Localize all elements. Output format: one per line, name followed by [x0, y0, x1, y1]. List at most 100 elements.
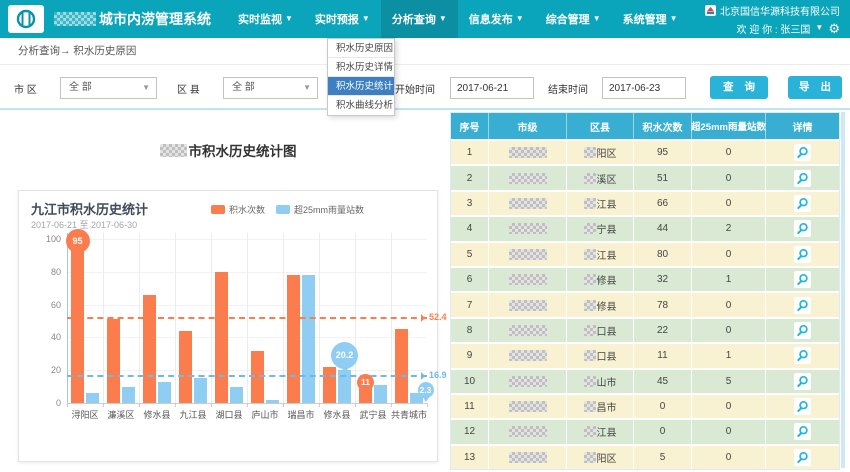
x-axis-category-label: 九江县 — [175, 408, 211, 421]
nav-item-实时预报[interactable]: 实时预报▼ — [304, 0, 381, 38]
district-select[interactable]: 全 部 ▼ — [223, 77, 318, 99]
menu-item-积水历史统计[interactable]: 积水历史统计 — [328, 77, 394, 96]
detail-button[interactable] — [794, 220, 811, 237]
start-time-label: 开始时间 — [395, 81, 435, 96]
chevron-down-icon: ▼ — [303, 78, 311, 98]
magnifier-icon — [796, 349, 809, 362]
chevron-down-icon: ▼ — [670, 15, 678, 23]
bar-积水次数 — [71, 247, 84, 403]
district-suffix: 口县 — [597, 348, 617, 363]
x-axis-category-label: 武宁县 — [355, 408, 391, 421]
chart-subtitle: 2017-06-21 至 2017-06-30 — [31, 218, 137, 231]
detail-button[interactable] — [794, 347, 811, 364]
legend-item-积水次数[interactable]: 积水次数 — [211, 203, 265, 216]
flood-count: 22 — [657, 325, 668, 336]
table-row: 13 阳区 5 0 — [451, 444, 839, 469]
nav-item-分析查询[interactable]: 分析查询▼ — [381, 0, 458, 38]
detail-button[interactable] — [794, 271, 811, 288]
menu-item-积水曲线分析[interactable]: 积水曲线分析 — [328, 96, 394, 115]
detail-button[interactable] — [794, 322, 811, 339]
x-axis-category-label: 湖口县 — [211, 408, 247, 421]
flood-count: 80 — [657, 249, 668, 260]
table-row: 8 口县 22 0 — [451, 317, 839, 342]
gear-icon[interactable]: ⚙ — [828, 22, 840, 35]
table-header-积水次数: 积水次数 — [634, 113, 692, 139]
app-logo — [8, 5, 44, 33]
start-date-input[interactable] — [450, 77, 534, 99]
district-suffix: 溪区 — [597, 171, 617, 186]
redacted-city-cell — [509, 274, 547, 285]
redacted-district-prefix — [584, 198, 596, 209]
user-menu[interactable]: 欢 迎 你 : 张三国 — [737, 21, 811, 36]
detail-button[interactable] — [794, 170, 811, 187]
menu-item-积水历史原因[interactable]: 积水历史原因 — [328, 39, 394, 58]
nav-item-label: 实时预报 — [315, 11, 359, 27]
row-no: 1 — [467, 147, 473, 158]
top-header: 城市内涝管理系统 实时监视▼实时预报▼分析查询▼信息发布▼综合管理▼系统管理▼ … — [0, 0, 850, 38]
table-scrollbar[interactable] — [841, 112, 845, 468]
export-button[interactable]: 导 出 — [788, 76, 842, 99]
redacted-district-prefix — [584, 401, 596, 412]
city-select[interactable]: 全 部 ▼ — [60, 77, 157, 99]
detail-button[interactable] — [794, 449, 811, 466]
analysis-dropdown-menu: 积水历史原因积水历史详情积水历史统计积水曲线分析 — [327, 38, 395, 116]
menu-item-积水历史详情[interactable]: 积水历史详情 — [328, 58, 394, 77]
district-suffix: 江县 — [597, 424, 617, 439]
redacted-city-cell — [509, 249, 547, 260]
table-row: 6 修县 32 1 — [451, 266, 839, 291]
flood-count: 0 — [660, 426, 666, 437]
bar-积水次数 — [287, 275, 300, 403]
x-axis-category-label: 共青城市 — [391, 408, 427, 421]
redacted-city-cell — [509, 401, 547, 412]
legend-label: 超25mm雨量站数 — [294, 203, 364, 216]
row-no: 5 — [467, 249, 473, 260]
end-date-input[interactable] — [602, 77, 686, 99]
district-label: 区 县 — [177, 81, 200, 96]
average-line — [67, 375, 427, 377]
redacted-district-prefix — [584, 173, 596, 184]
flood-count: 51 — [657, 173, 668, 184]
table-header-序号: 序号 — [451, 113, 489, 139]
company-line: 北京国信华源科技有限公司 — [705, 3, 840, 18]
average-line-arrow — [421, 314, 425, 322]
station-count: 0 — [726, 173, 732, 184]
nav-item-label: 信息发布 — [469, 11, 513, 27]
district-suffix: 修县 — [597, 298, 617, 313]
legend-swatch — [276, 205, 290, 214]
bar-积水次数 — [143, 295, 156, 403]
flood-count: 32 — [657, 274, 668, 285]
emblem-icon — [13, 9, 39, 29]
detail-button[interactable] — [794, 195, 811, 212]
table-row: 3 江县 66 0 — [451, 190, 839, 215]
x-axis-line — [67, 403, 427, 404]
detail-button[interactable] — [794, 297, 811, 314]
legend-swatch — [211, 205, 225, 214]
chevron-down-icon: ▼ — [142, 78, 150, 98]
legend-item-超25mm雨量站数[interactable]: 超25mm雨量站数 — [276, 203, 364, 216]
row-no: 12 — [464, 426, 475, 437]
nav-item-综合管理[interactable]: 综合管理▼ — [535, 0, 612, 38]
bar-超25mm雨量站数 — [158, 382, 171, 403]
detail-button[interactable] — [794, 373, 811, 390]
redacted-district-prefix — [584, 223, 596, 234]
query-button[interactable]: 查 询 — [710, 76, 768, 99]
markpoint-pin: 11 — [357, 374, 374, 391]
main-nav: 实时监视▼实时预报▼分析查询▼信息发布▼综合管理▼系统管理▼ — [227, 0, 689, 38]
redacted-district-prefix — [584, 350, 596, 361]
detail-button[interactable] — [794, 246, 811, 263]
district-select-value: 全 部 — [232, 82, 255, 93]
redacted-city-cell — [509, 325, 547, 336]
detail-button[interactable] — [794, 423, 811, 440]
nav-item-实时监视[interactable]: 实时监视▼ — [227, 0, 304, 38]
redacted-district-prefix — [584, 376, 596, 387]
nav-item-信息发布[interactable]: 信息发布▼ — [458, 0, 535, 38]
row-no: 6 — [467, 274, 473, 285]
row-no: 11 — [464, 401, 474, 412]
detail-button[interactable] — [794, 398, 811, 415]
nav-item-系统管理[interactable]: 系统管理▼ — [612, 0, 689, 38]
magnifier-icon — [796, 451, 809, 464]
detail-button[interactable] — [794, 144, 811, 161]
header-right: 北京国信华源科技有限公司 欢 迎 你 : 张三国 ▼ ⚙ — [705, 3, 840, 36]
chevron-down-icon: ▼ — [362, 15, 370, 23]
district-suffix: 山市 — [597, 374, 617, 389]
